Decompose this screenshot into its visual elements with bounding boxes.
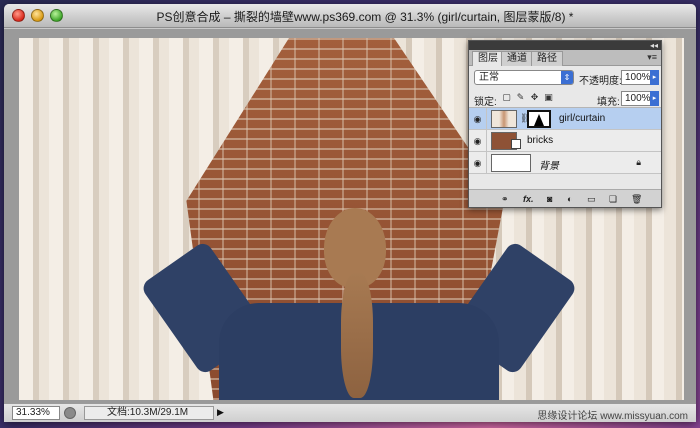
zoom-input[interactable]: 31.33% xyxy=(12,406,60,420)
opacity-input[interactable]: 100% xyxy=(621,70,651,85)
clipping-indicator-icon xyxy=(511,139,521,149)
window-title: PS创意合成 – 撕裂的墙壁www.ps369.com @ 31.3% (gir… xyxy=(156,10,574,24)
lock-image-icon[interactable]: ✎ xyxy=(515,92,526,103)
layers-panel-footer: ⚭ fx. ◙ ◐ ▭ ❏ 🗑︎ xyxy=(469,189,661,207)
link-icon[interactable]: ⚭ xyxy=(501,193,509,205)
layer-name: 背景 xyxy=(539,161,559,172)
lock-fill-row: 锁定: ▢ ✎ ✥ ▣ 填充: 100% ▸ xyxy=(469,88,661,108)
girl-hair-image xyxy=(341,273,373,398)
lock-label: 锁定: xyxy=(474,97,497,108)
panel-menu-icon[interactable]: ▾≡ xyxy=(647,52,657,63)
layer-name: bricks xyxy=(527,135,554,146)
blend-mode-select[interactable]: 正常 ⇕ xyxy=(474,70,574,85)
watermark-text: 思缘设计论坛 www.missyuan.com xyxy=(537,411,688,422)
lock-transparency-icon[interactable]: ▢ xyxy=(501,92,512,103)
opacity-label: 不透明度: xyxy=(579,76,622,87)
trash-icon[interactable]: 🗑︎ xyxy=(631,193,642,205)
layer-row-girl-curtain[interactable]: ◉ ⛓ girl/curtain xyxy=(469,108,661,130)
layer-row-background[interactable]: ◉ 背景 🔒︎ xyxy=(469,152,661,174)
new-layer-icon[interactable]: ❏ xyxy=(609,193,617,205)
layers-panel: ◂◂ 图层 通道 路径 ▾≡ 正常 ⇕ 不透明度: 100% ▸ 锁定: ▢ ✎… xyxy=(468,40,662,208)
tab-paths[interactable]: 路径 xyxy=(531,51,563,66)
blend-mode-value: 正常 xyxy=(479,72,499,83)
close-button[interactable] xyxy=(12,9,25,22)
title-bar[interactable]: PS创意合成 – 撕裂的墙壁www.ps369.com @ 31.3% (gir… xyxy=(4,4,696,28)
fill-slider-icon[interactable]: ▸ xyxy=(650,91,659,106)
chevron-down-icon: ⇕ xyxy=(561,71,573,84)
layer-thumbnail xyxy=(491,154,531,172)
layer-lock-icon: 🔒︎ xyxy=(636,157,641,167)
document-size-info: 文档:10.3M/29.1M xyxy=(84,406,214,420)
blend-opacity-row: 正常 ⇕ 不透明度: 100% ▸ xyxy=(469,66,661,88)
visibility-eye-icon[interactable]: ◉ xyxy=(469,130,487,152)
status-options-icon[interactable] xyxy=(64,407,76,419)
status-bar: 31.33% 文档:10.3M/29.1M ▶ 思缘设计论坛 www.missy… xyxy=(4,403,696,422)
panel-drag-bar[interactable]: ◂◂ xyxy=(469,41,661,50)
tab-layers[interactable]: 图层 xyxy=(472,51,504,66)
layer-thumbnail xyxy=(491,110,517,128)
adjustment-icon[interactable]: ◐ xyxy=(567,193,572,205)
minimize-button[interactable] xyxy=(31,9,44,22)
lock-all-icon[interactable]: ▣ xyxy=(543,92,554,103)
opacity-slider-icon[interactable]: ▸ xyxy=(650,70,659,85)
visibility-eye-icon[interactable]: ◉ xyxy=(469,108,487,130)
layer-mask-thumbnail[interactable] xyxy=(527,110,551,128)
layer-name: girl/curtain xyxy=(559,113,606,124)
fill-label: 填充: xyxy=(597,97,620,108)
tab-channels[interactable]: 通道 xyxy=(501,51,533,66)
layer-row-bricks[interactable]: ◉ bricks xyxy=(469,130,661,152)
lock-position-icon[interactable]: ✥ xyxy=(529,92,540,103)
folder-icon[interactable]: ▭ xyxy=(587,193,596,205)
status-menu-arrow-icon[interactable]: ▶ xyxy=(217,407,224,418)
visibility-eye-icon[interactable]: ◉ xyxy=(469,152,487,174)
fx-icon[interactable]: fx. xyxy=(523,193,534,205)
fill-input[interactable]: 100% xyxy=(621,91,651,106)
panel-tabs: 图层 通道 路径 ▾≡ xyxy=(469,50,661,66)
zoom-button[interactable] xyxy=(50,9,63,22)
collapse-panel-icon[interactable]: ◂◂ xyxy=(650,41,658,50)
mask-icon[interactable]: ◙ xyxy=(547,193,552,205)
